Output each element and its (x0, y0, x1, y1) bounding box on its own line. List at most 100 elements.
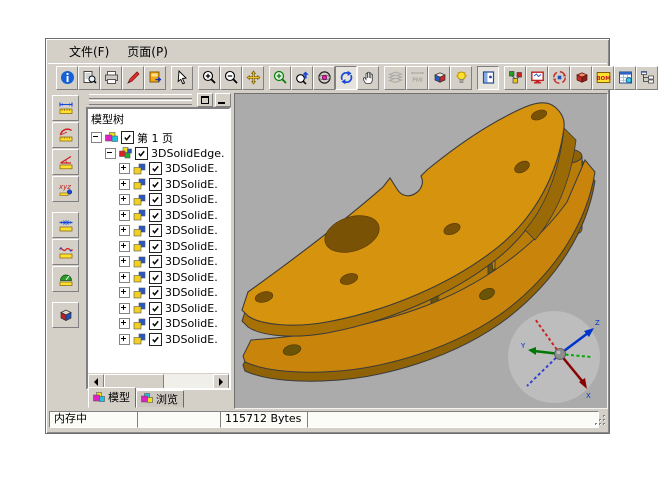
tree-checkbox[interactable] (149, 286, 162, 299)
tree-checkbox[interactable] (149, 193, 162, 206)
expand-icon[interactable] (119, 303, 130, 314)
collapse-icon[interactable] (91, 132, 102, 143)
panel-toggle-button[interactable] (477, 66, 499, 90)
pmi-button[interactable]: PMI (406, 66, 428, 90)
tree-checkbox[interactable] (149, 224, 162, 237)
scroll-right-button[interactable] (213, 374, 229, 389)
zoom-out-button[interactable] (220, 66, 242, 90)
tree-checkbox[interactable] (121, 131, 134, 144)
tree-row-part[interactable]: 3DSolidE. (88, 285, 229, 301)
collapse-icon[interactable] (105, 148, 116, 159)
measure-coordinate-button[interactable]: xyz (52, 176, 79, 202)
tree-row-page[interactable]: 第 1 页 (88, 130, 229, 146)
viewport-canvas[interactable]: Z X Y (235, 94, 607, 408)
zoom-pan-button[interactable] (242, 66, 264, 90)
expand-icon[interactable] (119, 287, 130, 298)
bom-button[interactable]: BOM (592, 66, 614, 90)
resize-grip[interactable] (594, 414, 607, 427)
menu-page[interactable]: 页面(P) (118, 41, 177, 62)
report-table-button[interactable] (614, 66, 636, 90)
tree-horizontal-scrollbar[interactable] (88, 373, 229, 388)
tree-checkbox[interactable] (149, 255, 162, 268)
expand-icon[interactable] (119, 194, 130, 205)
markup-button[interactable] (122, 66, 144, 90)
spin-animation-button[interactable] (548, 66, 570, 90)
expand-icon[interactable] (119, 179, 130, 190)
layers-button[interactable] (384, 66, 406, 90)
tree-checkbox[interactable] (149, 333, 162, 346)
zoom-window-button[interactable] (269, 66, 291, 90)
tree-item-label[interactable]: 3DSolidE. (165, 224, 218, 237)
expand-icon[interactable] (119, 163, 130, 174)
tree-row-part[interactable]: 3DSolidE. (88, 192, 229, 208)
tree-item-label[interactable]: 3DSolidE. (165, 271, 218, 284)
panel-grip[interactable] (89, 94, 192, 106)
expand-icon[interactable] (119, 225, 130, 236)
menu-file[interactable]: 文件(F) (60, 41, 118, 62)
tree-checkbox[interactable] (149, 209, 162, 222)
print-button[interactable] (100, 66, 122, 90)
light-button[interactable] (450, 66, 472, 90)
assembly-tree-button[interactable] (504, 66, 526, 90)
panel-restore-button[interactable] (197, 93, 213, 107)
export-button[interactable] (144, 66, 166, 90)
zoom-in-button[interactable] (198, 66, 220, 90)
tree-row-part[interactable]: 3DSolidE. (88, 332, 229, 348)
tree-checkbox[interactable] (149, 271, 162, 284)
tree-row-assembly[interactable]: 3DSolidEdge. (88, 146, 229, 162)
expand-icon[interactable] (119, 318, 130, 329)
tree-row-part[interactable]: 3DSolidE. (88, 239, 229, 255)
expand-icon[interactable] (119, 272, 130, 283)
measure-gauge-button[interactable] (52, 266, 79, 292)
tree-row-part[interactable]: 3DSolidE. (88, 301, 229, 317)
tree-checkbox[interactable] (149, 178, 162, 191)
tree-checkbox[interactable] (149, 162, 162, 175)
tree-row-part[interactable]: 3DSolidE. (88, 177, 229, 193)
info-button[interactable] (56, 66, 78, 90)
orbit-button[interactable] (313, 66, 335, 90)
tree-checkbox[interactable] (149, 317, 162, 330)
tree-checkbox[interactable] (149, 240, 162, 253)
tree-item-label[interactable]: 3DSolidE. (165, 255, 218, 268)
select-cursor-button[interactable] (171, 66, 193, 90)
print-preview-button[interactable] (78, 66, 100, 90)
tree-item-label[interactable]: 3DSolidE. (165, 240, 218, 253)
tree-item-label[interactable]: 3DSolidEdge. (151, 147, 224, 160)
tree-row-part[interactable]: 3DSolidE. (88, 208, 229, 224)
measure-radius-button[interactable] (52, 122, 79, 148)
panel-header[interactable] (86, 93, 231, 106)
expand-icon[interactable] (119, 241, 130, 252)
tree-row-part[interactable]: 3DSolidE. (88, 270, 229, 286)
tree-row-part[interactable]: 3DSolidE. (88, 254, 229, 270)
tree-row-part[interactable]: 3DSolidE. (88, 316, 229, 332)
measure-linear-button[interactable] (52, 95, 79, 121)
expand-icon[interactable] (119, 334, 130, 345)
measure-angle-button[interactable] (52, 149, 79, 175)
tree-item-label[interactable]: 第 1 页 (137, 130, 173, 146)
explode-view-button[interactable] (570, 66, 592, 90)
expand-icon[interactable] (119, 256, 130, 267)
tree-item-label[interactable]: 3DSolidE. (165, 302, 218, 315)
refresh-button[interactable] (335, 66, 357, 90)
tree-item-label[interactable]: 3DSolidE. (165, 178, 218, 191)
snapshot-button[interactable] (526, 66, 548, 90)
panel-minimize-button[interactable] (215, 93, 231, 107)
tree-item-label[interactable]: 3DSolidE. (165, 317, 218, 330)
expand-icon[interactable] (119, 210, 130, 221)
structure-tree-button[interactable] (636, 66, 658, 90)
tree-item-label[interactable]: 3DSolidE. (165, 333, 218, 346)
tree-item-label[interactable]: 3DSolidE. (165, 209, 218, 222)
tree-checkbox[interactable] (135, 147, 148, 160)
viewport[interactable]: Z X Y (234, 93, 608, 409)
measure-curve-button[interactable] (52, 239, 79, 265)
view-box-button[interactable] (52, 302, 79, 328)
tree-checkbox[interactable] (149, 302, 162, 315)
view-cube-button[interactable] (428, 66, 450, 90)
measure-distance-button[interactable] (52, 212, 79, 238)
tree-item-label[interactable]: 3DSolidE. (165, 162, 218, 175)
tree-row-part[interactable]: 3DSolidE. (88, 161, 229, 177)
tab-browse[interactable]: 浏览 (136, 390, 184, 408)
tree-item-label[interactable]: 3DSolidE. (165, 193, 218, 206)
zoom-dynamic-button[interactable] (291, 66, 313, 90)
tree-item-label[interactable]: 3DSolidE. (165, 286, 218, 299)
